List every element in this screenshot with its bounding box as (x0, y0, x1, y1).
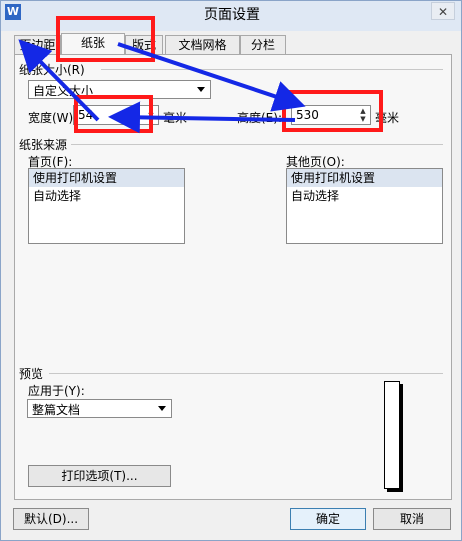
apply-to-label: 应用于(Y): (28, 384, 85, 398)
default-button[interactable]: 默认(D)... (13, 508, 89, 530)
width-unit[interactable]: 毫米 (163, 109, 187, 126)
width-label: 宽度(W): (28, 111, 78, 125)
close-button[interactable]: ✕ (431, 2, 455, 20)
height-label: 高度(E): (237, 111, 282, 125)
highlight-height-field (282, 90, 383, 132)
other-pages-list[interactable]: 使用打印机设置 自动选择 (286, 168, 443, 244)
list-item[interactable]: 使用打印机设置 (287, 169, 442, 187)
tab-columns[interactable]: 分栏 (240, 35, 286, 55)
divider (49, 373, 443, 374)
first-page-list[interactable]: 使用打印机设置 自动选择 (28, 168, 185, 244)
list-item[interactable]: 使用打印机设置 (29, 169, 184, 187)
preview-label: 预览 (19, 367, 44, 381)
apply-to-value: 整篇文档 (32, 403, 81, 417)
paper-size-label: 纸张大小(R) (19, 63, 85, 77)
list-item[interactable]: 自动选择 (29, 187, 184, 205)
list-item[interactable]: 自动选择 (287, 187, 442, 205)
page-setup-dialog: W 页面设置 ✕ 页边距 纸张 版式 文档网格 分栏 纸张大小(R) 自定义大小… (0, 0, 462, 541)
divider (101, 69, 443, 70)
highlight-width-field (74, 95, 153, 133)
page-preview (384, 381, 400, 489)
chevron-down-icon (158, 406, 166, 411)
highlight-paper-tab (56, 16, 155, 62)
print-options-button[interactable]: 打印选项(T)... (28, 465, 171, 487)
divider (71, 144, 443, 145)
paper-source-label: 纸张来源 (19, 138, 68, 152)
cancel-button[interactable]: 取消 (373, 508, 451, 530)
tab-margins[interactable]: 页边距 (14, 35, 61, 55)
chevron-down-icon (197, 87, 205, 92)
ok-button[interactable]: 确定 (290, 508, 366, 530)
tab-document-grid[interactable]: 文档网格 (165, 35, 240, 55)
apply-to-select[interactable]: 整篇文档 (27, 399, 172, 418)
